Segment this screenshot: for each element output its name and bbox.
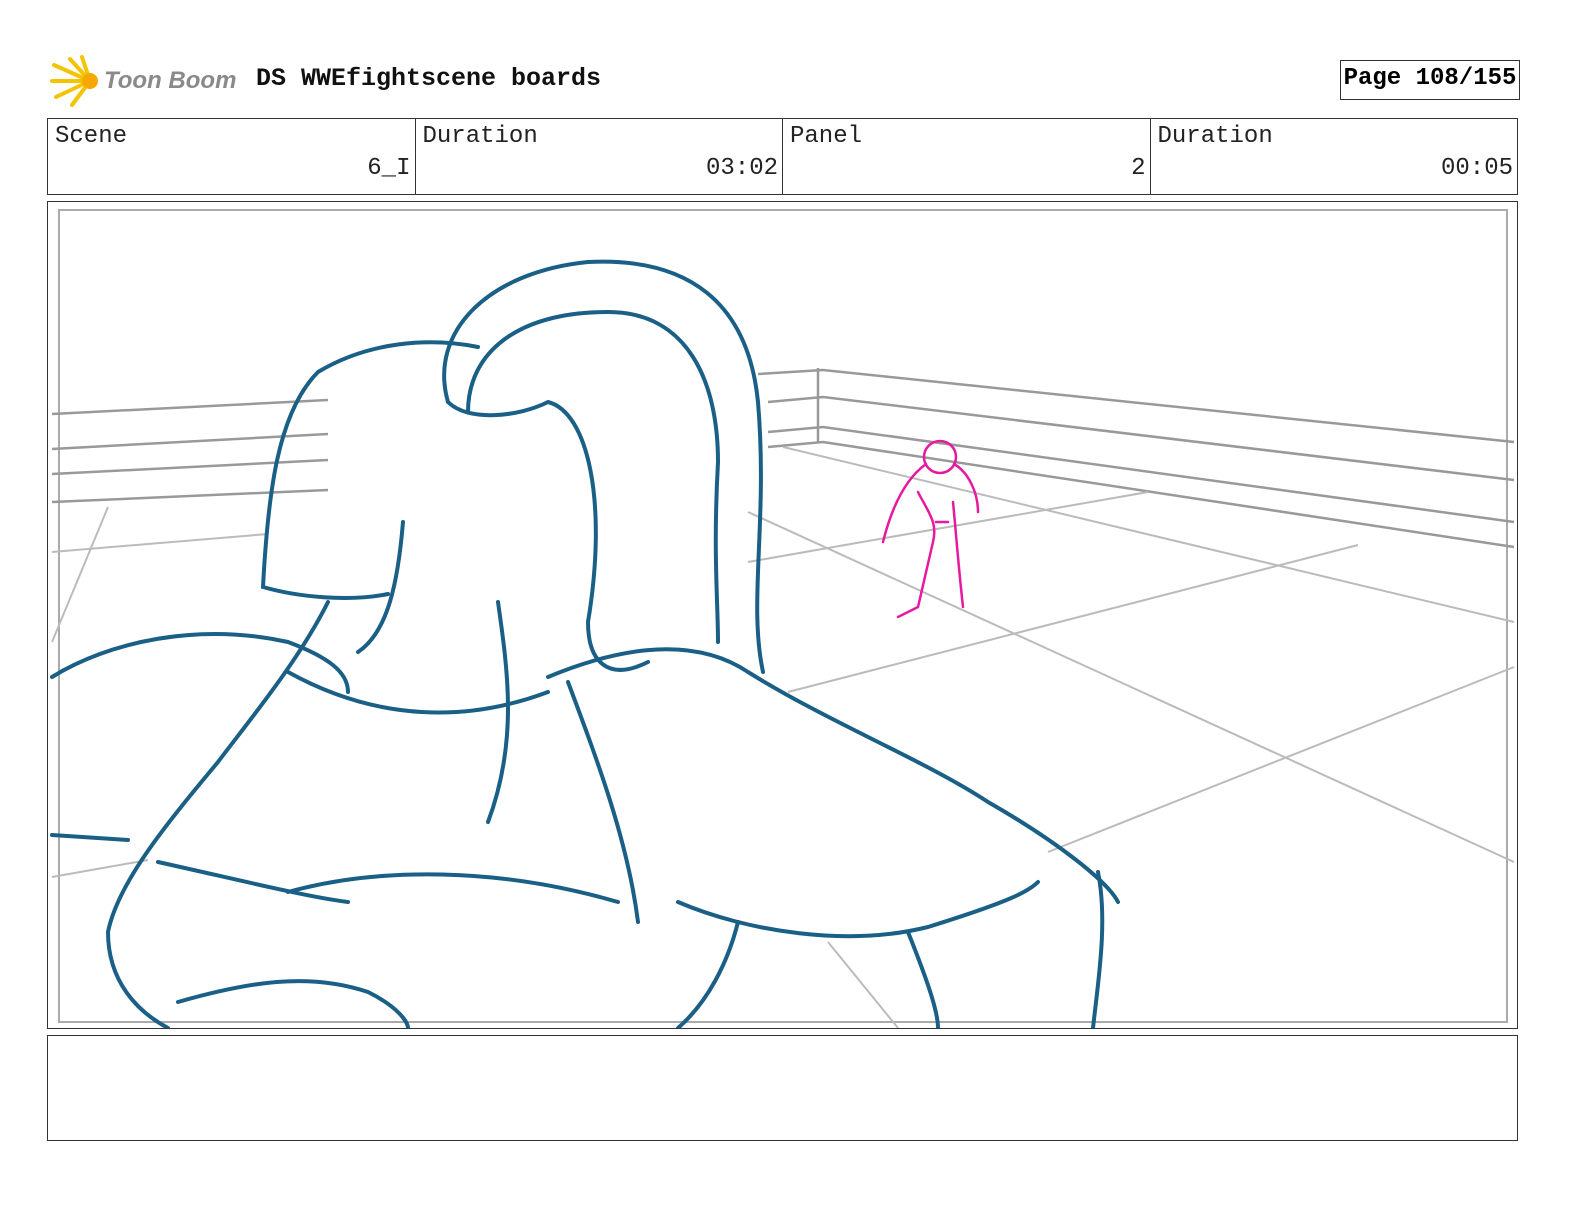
scene-duration-label: Duration — [422, 123, 538, 150]
scene-duration-value: 03:02 — [705, 155, 778, 182]
panel-value: 2 — [1131, 155, 1146, 182]
scene-cell: Scene 6_I — [48, 119, 416, 194]
camera-frame — [58, 209, 1508, 1023]
board-title: DS WWEfightscene boards — [256, 64, 602, 93]
panel-cell: Panel 2 — [783, 119, 1151, 194]
logo-text: Toon Boom — [104, 67, 237, 94]
page-number: Page 108/155 — [1340, 60, 1520, 100]
foreground-character — [50, 259, 1120, 1028]
panel-duration-label: Duration — [1157, 123, 1273, 150]
panel-sketch — [50, 209, 1515, 1028]
storyboard-panel — [47, 201, 1518, 1029]
panel-duration-cell: Duration 00:05 — [1151, 119, 1518, 194]
ring-ropes — [51, 368, 1515, 549]
scene-label: Scene — [55, 123, 128, 150]
info-bar: Scene 6_I Duration 03:02 Panel 2 Duratio… — [47, 118, 1518, 195]
scene-duration-cell: Duration 03:02 — [416, 119, 783, 194]
panel-notes — [47, 1035, 1518, 1141]
starburst-icon — [50, 55, 98, 107]
panel-duration-value: 00:05 — [1440, 155, 1513, 182]
panel-label: Panel — [790, 123, 863, 150]
scene-value: 6_I — [367, 155, 411, 182]
floor-grid — [51, 446, 1515, 1028]
background-wrestler — [881, 439, 980, 619]
toon-boom-logo: Toon Boom — [50, 55, 240, 107]
